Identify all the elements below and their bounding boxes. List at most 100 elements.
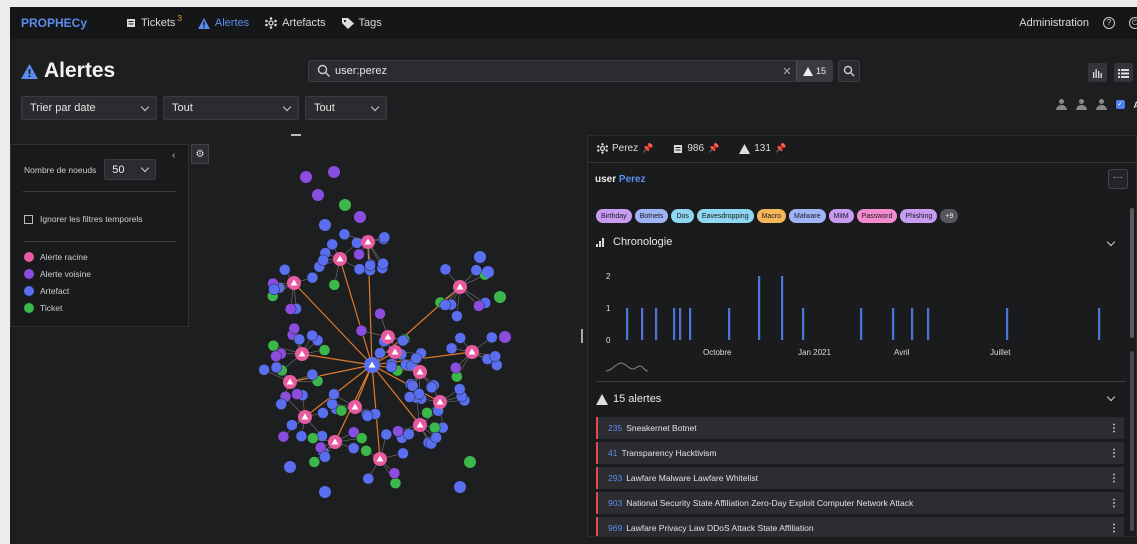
tag-chip[interactable]: Malware <box>789 209 826 223</box>
sort-select[interactable]: Trier par date <box>21 96 157 120</box>
chart-bar <box>626 308 629 340</box>
list-view-button[interactable] <box>1114 63 1133 82</box>
help-icon[interactable]: ? <box>1103 17 1115 29</box>
brand-logo[interactable]: PROPHECy <box>21 16 126 30</box>
graph-node <box>362 472 375 485</box>
graph-node <box>378 231 391 244</box>
nav-artefacts[interactable]: Artefacts <box>265 17 326 29</box>
ignore-time-filter-label: Ignorer les filtres temporels <box>40 214 143 224</box>
alerts-header[interactable]: 15 alertes <box>596 393 661 405</box>
panel-splitter[interactable] <box>581 329 583 343</box>
legend-item-ticket: Ticket <box>24 303 62 313</box>
chevron-down-icon[interactable] <box>1106 392 1116 402</box>
chronology-chart: 0 1 2 Octobre Jan 2021 Avril Juillet <box>606 272 1101 372</box>
tag-chip[interactable]: MitM <box>828 209 854 223</box>
scrollbar[interactable] <box>1130 208 1134 338</box>
scrollbar[interactable] <box>1130 351 1134 531</box>
detail-panel: Perez 📌 986 📌 131 📌 user Perez ··· Birth… <box>587 135 1137 537</box>
tag-chip[interactable]: Dos <box>671 209 694 223</box>
tag-chip[interactable]: +9 <box>940 209 959 223</box>
tag-chip[interactable]: Botnets <box>634 209 669 223</box>
nodes-count-value: 50 <box>112 163 125 176</box>
chronology-header[interactable]: Chronologie <box>596 236 672 248</box>
chevron-down-icon <box>282 102 292 111</box>
nodes-count-select[interactable]: 50 <box>104 159 157 180</box>
tab-perez[interactable]: Perez 📌 <box>597 143 653 154</box>
graph-node <box>286 419 298 431</box>
alert-row[interactable]: 41 Transparency Hacktivism ⋮ <box>596 442 1124 464</box>
kebab-menu-icon[interactable]: ⋮ <box>1109 448 1119 459</box>
chart-bar <box>689 308 692 340</box>
pin-icon[interactable]: 📌 <box>775 143 786 154</box>
alert-id[interactable]: 969 <box>608 523 622 533</box>
alert-row[interactable]: 969 Lawfare Privacy Law DDoS Attack State… <box>596 517 1124 536</box>
search-button[interactable] <box>838 60 860 82</box>
pin-icon[interactable]: 📌 <box>708 143 719 154</box>
checkbox-icon[interactable]: ✓ <box>1115 100 1125 109</box>
ignore-time-filter-checkbox[interactable] <box>24 214 33 224</box>
alert-id[interactable]: 41 <box>608 448 617 458</box>
graph-node <box>291 388 303 400</box>
tag-chip[interactable]: Macro <box>756 209 787 223</box>
kebab-menu-icon[interactable]: ⋮ <box>1109 423 1119 434</box>
tag-chip[interactable]: Phishing <box>900 209 938 223</box>
tab-tickets[interactable]: 986 📌 <box>673 143 719 154</box>
chevron-down-icon <box>140 102 150 111</box>
alert-id[interactable]: 293 <box>608 473 622 483</box>
tag-chip[interactable]: Password <box>856 209 898 223</box>
nav-tickets[interactable]: Tickets 3 <box>126 14 182 29</box>
search-input[interactable] <box>335 65 778 77</box>
tag-chip[interactable]: Eavesdropping <box>696 209 754 223</box>
graph-node <box>317 407 329 419</box>
graph-node <box>347 442 360 454</box>
administration-link[interactable]: Administration <box>1019 17 1089 29</box>
legend-item-artefact: Artefact <box>24 286 69 296</box>
power-icon[interactable]: ⏻ <box>1129 17 1137 29</box>
resize-handle[interactable] <box>291 134 301 136</box>
chevron-left-icon[interactable]: ‹ <box>172 150 175 161</box>
y-tick-label: 0 <box>606 336 611 345</box>
gear-icon: ⚙ <box>195 148 205 160</box>
more-options-button[interactable]: ··· <box>1108 169 1128 189</box>
alert-id[interactable]: 235 <box>608 423 622 433</box>
alert-row[interactable]: 235 Sneakernet Botnet ⋮ <box>596 417 1124 439</box>
chevron-down-icon[interactable] <box>1106 237 1116 247</box>
alert-graph[interactable] <box>230 147 530 502</box>
filter-select-2[interactable]: Tout <box>305 96 387 120</box>
ignore-time-filter-row[interactable]: Ignorer les filtres temporels <box>24 214 143 224</box>
filter-select-1[interactable]: Tout <box>163 96 299 120</box>
kebab-menu-icon[interactable]: ⋮ <box>1109 523 1119 534</box>
tag-chip[interactable]: Birthday <box>596 209 632 223</box>
user-group-icon[interactable] <box>1095 99 1107 110</box>
kebab-menu-icon[interactable]: ⋮ <box>1109 473 1119 484</box>
users-icon[interactable] <box>1075 99 1087 110</box>
graph-edge <box>301 353 373 366</box>
graph-node <box>361 410 374 422</box>
user-icon[interactable] <box>1055 99 1067 110</box>
graph-node <box>428 421 441 434</box>
kebab-menu-icon[interactable]: ⋮ <box>1109 498 1119 509</box>
graph-settings-button[interactable]: ⚙ <box>191 144 209 164</box>
pin-icon[interactable]: 📌 <box>642 143 653 154</box>
chevron-down-icon <box>141 163 150 173</box>
x-tick-label: Octobre <box>703 348 732 357</box>
tab-tickets-label: 986 <box>687 143 705 154</box>
tab-alerts[interactable]: 131 📌 <box>739 143 786 154</box>
result-count: 15 <box>815 66 826 76</box>
text-icon[interactable]: A <box>1134 100 1137 110</box>
alert-row[interactable]: 903 National Security State Affiliation Z… <box>596 492 1124 514</box>
graph-node <box>328 388 340 401</box>
nav-alertes[interactable]: Alertes <box>197 17 249 29</box>
tag-list: Birthday Botnets Dos Eavesdropping Macro Malw… <box>596 209 959 223</box>
clear-search-icon[interactable]: ✕ <box>778 65 796 78</box>
chart-view-button[interactable] <box>1088 63 1107 82</box>
chart-bar <box>892 308 895 340</box>
warning-icon <box>802 66 813 76</box>
graph-node <box>275 398 287 410</box>
alert-id[interactable]: 903 <box>608 498 622 508</box>
graph-node <box>308 456 321 468</box>
graph-node <box>482 266 494 278</box>
nav-tags[interactable]: Tags <box>341 17 382 29</box>
alert-row[interactable]: 293 Lawfare Malware Lawfare Whitelist ⋮ <box>596 467 1124 489</box>
chart-bar <box>1006 308 1009 340</box>
